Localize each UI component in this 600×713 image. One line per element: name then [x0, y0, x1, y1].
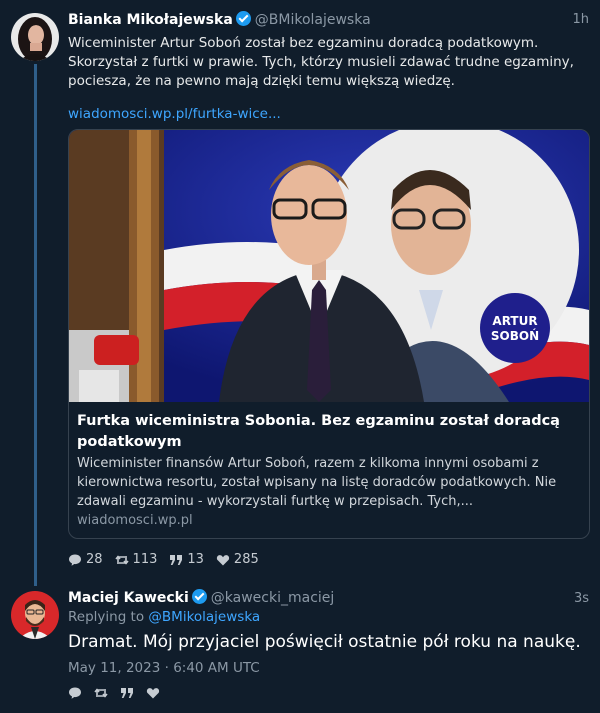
- display-name[interactable]: Bianka Mikołajewska: [68, 12, 233, 28]
- display-name[interactable]: Maciej Kawecki: [68, 590, 189, 606]
- tweet-text-line: Wiceminister Artur Soboń został bez egza…: [68, 35, 539, 51]
- card-title[interactable]: Furtka wiceministra Sobonia. Bez egzamin…: [77, 411, 577, 453]
- replying-to: Replying to @BMikolajewska: [68, 609, 260, 625]
- retweet-stat[interactable]: 113: [114, 552, 158, 567]
- replying-handle[interactable]: @BMikolajewska: [148, 609, 260, 625]
- reply-time[interactable]: 3s: [574, 591, 589, 606]
- tweet-header: Bianka Mikołajewska @BMikolajewska: [68, 11, 371, 28]
- card-description: Wiceminister finansów Artur Soboń, razem…: [77, 456, 557, 509]
- retweet-count: 113: [132, 552, 158, 567]
- retweet-icon[interactable]: [94, 686, 108, 700]
- reply-date[interactable]: May 11, 2023 · 6:40 AM UTC: [68, 660, 260, 676]
- handle[interactable]: @BMikolajewska: [255, 12, 371, 28]
- reply-header: Maciej Kawecki @kawecki_maciej: [68, 589, 334, 606]
- card-domain: wiadomosci.wp.pl: [77, 513, 193, 528]
- heart-icon[interactable]: [146, 686, 160, 700]
- comment-count: 28: [86, 552, 103, 567]
- heart-icon: [216, 554, 230, 565]
- tweet-link[interactable]: wiadomosci.wp.pl/furtka-wice...: [68, 105, 588, 124]
- verified-badge-icon: [235, 11, 251, 26]
- tweet-text-line: Skorzystał z furtki w prawie. Tych, któr…: [68, 54, 574, 70]
- comment-stat[interactable]: 28: [68, 552, 103, 567]
- verified-badge-icon: [191, 589, 207, 604]
- card-image[interactable]: ARTUR SOBOŃ: [69, 130, 589, 402]
- badge-text-line1: ARTUR: [492, 314, 537, 328]
- reply-text: Dramat. Mój przyjaciel poświęcił ostatni…: [68, 632, 581, 652]
- quote-count: 13: [187, 552, 204, 567]
- comment-icon[interactable]: [68, 686, 82, 700]
- badge-text-line2: SOBOŃ: [491, 328, 539, 343]
- handle[interactable]: @kawecki_maciej: [211, 590, 335, 606]
- tweet-stats: 28 113 13 285: [68, 552, 259, 567]
- reply-actions: [68, 686, 160, 700]
- avatar-maciej[interactable]: [11, 591, 59, 639]
- like-stat[interactable]: 285: [216, 552, 259, 567]
- link-card[interactable]: ARTUR SOBOŃ Furtka wiceministra Sobonia.…: [68, 129, 590, 539]
- retweet-icon: [114, 554, 129, 565]
- tweet-text: Wiceminister Artur Soboń został bez egza…: [68, 34, 588, 91]
- like-count: 285: [233, 552, 259, 567]
- thread-line: [34, 64, 37, 586]
- comment-icon: [69, 554, 81, 566]
- quote-stat[interactable]: 13: [169, 552, 204, 567]
- tweet-text-line: pociesza, że na pewno mają dzięki temu w…: [68, 73, 455, 89]
- tweet-time[interactable]: 1h: [572, 12, 589, 27]
- quote-icon: [170, 554, 183, 565]
- avatar-bianka[interactable]: [11, 13, 59, 61]
- quote-icon[interactable]: [120, 686, 134, 700]
- replying-prefix: Replying to: [68, 609, 145, 625]
